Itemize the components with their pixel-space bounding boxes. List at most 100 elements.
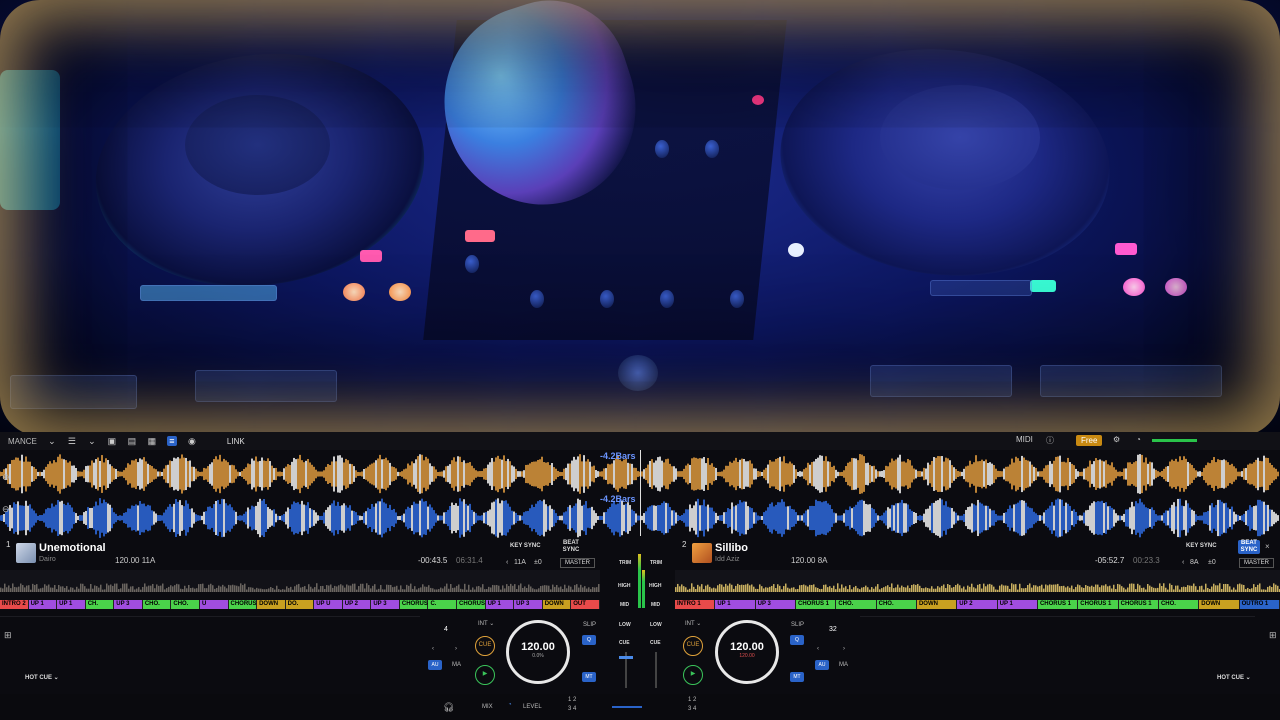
cue-marker[interactable]: CH. xyxy=(85,600,115,609)
jog-wheel[interactable]: 120.00 120.00 xyxy=(715,620,779,684)
cue-marker[interactable]: UP 3 xyxy=(755,600,796,609)
manual-button[interactable]: MA xyxy=(839,662,848,668)
cue-marker[interactable]: CHORUS 1 xyxy=(795,600,837,609)
cue-marker[interactable]: DOWN xyxy=(1199,600,1240,609)
midi-button[interactable]: MIDI xyxy=(1016,435,1033,444)
cue-button[interactable]: CUE xyxy=(475,636,495,656)
cue-marker[interactable]: UP 1 xyxy=(997,600,1038,609)
cue-strip[interactable]: INTRO 1 UP 1 UP 3 CHORUS 1 CHO. CHO. DOWN UP 2U… xyxy=(675,600,1280,609)
record-panel-icon[interactable]: ▤ xyxy=(127,436,137,446)
cue-marker[interactable]: CHORUS 1 xyxy=(1118,600,1159,609)
slip-button[interactable]: SLIP xyxy=(791,622,804,628)
cue-marker[interactable]: UP 3 xyxy=(514,600,543,609)
jog-wheel[interactable]: 120.00 0.0% xyxy=(506,620,570,684)
chevron-down-icon[interactable]: ⌄ xyxy=(47,436,57,446)
hot-cue-mode[interactable]: HOT CUE ⌄ xyxy=(25,674,59,681)
info-icon[interactable]: ⓘ xyxy=(1046,435,1054,446)
cue-marker[interactable]: UP 2 xyxy=(342,600,372,609)
manual-button[interactable]: MA xyxy=(452,662,461,668)
cue-marker[interactable]: UP 1 xyxy=(485,600,515,609)
crossfader[interactable] xyxy=(612,706,642,708)
plan-badge[interactable]: Free xyxy=(1076,435,1103,446)
play-button[interactable]: ▶ xyxy=(683,665,703,685)
cue-marker[interactable]: DOWN xyxy=(542,600,572,609)
slip-button[interactable]: SLIP xyxy=(583,622,596,628)
cue-marker[interactable]: UP 3 xyxy=(371,600,400,609)
int-selector[interactable]: INT ⌄ xyxy=(685,620,701,627)
cue-marker[interactable]: CHORUS 1 xyxy=(1037,600,1079,609)
cloud-icon[interactable]: ◔ xyxy=(1136,435,1141,444)
cue-marker[interactable]: UP 3 xyxy=(114,600,143,609)
cue-marker[interactable]: CHO. xyxy=(142,600,172,609)
cue-marker[interactable]: U xyxy=(199,600,229,609)
grid-icon[interactable]: ⊞ xyxy=(4,630,12,641)
cue-button[interactable]: CUE xyxy=(683,636,703,656)
cue-marker[interactable]: UP 1 xyxy=(715,600,756,609)
channel-fader-a-handle[interactable] xyxy=(619,656,633,659)
cue-marker[interactable]: UP 1 xyxy=(28,600,58,609)
beatjump-back[interactable]: ‹ xyxy=(817,646,819,652)
quantize-button[interactable]: Q xyxy=(582,635,596,645)
beatjump-forward[interactable]: › xyxy=(455,646,457,652)
cue-marker[interactable]: CHORUS xyxy=(399,600,429,609)
cue-marker[interactable]: INTRO 2 xyxy=(0,600,29,609)
cue-marker[interactable]: OUTRO 1 xyxy=(1239,600,1280,609)
channel-select-b[interactable]: 1 2 xyxy=(688,697,696,703)
mode-label[interactable]: MANCE xyxy=(8,437,37,446)
key-shift-value[interactable]: ±0 xyxy=(1208,559,1216,566)
auto-button[interactable]: AU xyxy=(428,660,442,670)
cue-marker[interactable]: CHORUS 1 xyxy=(1078,600,1119,609)
beatjump-back[interactable]: ‹ xyxy=(432,646,434,652)
zoom-out-icon[interactable]: ⊖ xyxy=(2,504,10,515)
track-overview[interactable] xyxy=(0,570,600,592)
cue-marker[interactable]: UP U xyxy=(314,600,343,609)
hot-cue-pad-area[interactable] xyxy=(860,616,1255,677)
cue-marker[interactable]: CHORUS 1 xyxy=(457,600,490,609)
mixer-view-icon[interactable]: ≡ xyxy=(166,436,177,446)
cue-marker[interactable]: DOWN xyxy=(257,600,286,609)
channel-select-a2[interactable]: 3 4 xyxy=(568,706,576,712)
master-button[interactable]: MASTER xyxy=(560,558,596,568)
play-button[interactable]: ▶ xyxy=(475,665,495,685)
cue-marker[interactable]: DO. xyxy=(285,600,315,609)
fx-icon[interactable]: ▣ xyxy=(107,436,117,446)
master-tempo-button[interactable]: MT xyxy=(582,672,596,682)
cue-marker[interactable]: CHO. xyxy=(171,600,200,609)
grid-icon[interactable]: ⊞ xyxy=(1269,630,1277,641)
record-icon[interactable]: ◉ xyxy=(187,436,197,446)
key-shift-down[interactable]: ‹ xyxy=(1182,559,1184,566)
cue-marker[interactable]: CHO. xyxy=(1158,600,1200,609)
chevron-down-icon[interactable]: ⌄ xyxy=(87,436,97,446)
master-button[interactable]: MASTER xyxy=(1239,558,1275,568)
key-shift-value[interactable]: ±0 xyxy=(534,559,542,566)
link-button[interactable]: LINK xyxy=(227,437,245,446)
headphones-icon[interactable]: 🎧︎ xyxy=(443,702,454,713)
int-selector[interactable]: INT ⌄ xyxy=(478,620,494,627)
cue-marker[interactable]: C. xyxy=(428,600,457,609)
hot-cue-mode[interactable]: HOT CUE ⌄ xyxy=(1217,674,1251,681)
auto-button[interactable]: AU xyxy=(815,660,829,670)
grid-icon[interactable]: ▦ xyxy=(147,436,157,446)
hot-cue-pad-area[interactable] xyxy=(0,616,420,677)
cue-strip[interactable]: INTRO 2 UP 1 UP 1 CH. UP 3 CHO. CHO. U CHORUS 1D… xyxy=(0,600,600,609)
beat-sync-button[interactable]: BEAT SYNC xyxy=(1238,540,1260,554)
close-icon[interactable]: × xyxy=(1265,542,1270,551)
channel-select-a[interactable]: 1 2 xyxy=(568,697,576,703)
cue-marker[interactable]: CHO. xyxy=(836,600,877,609)
gear-icon[interactable]: ⚙ xyxy=(1113,435,1120,444)
track-overview[interactable] xyxy=(675,570,1280,592)
cue-marker[interactable]: DOWN xyxy=(916,600,958,609)
cue-marker[interactable]: INTRO 1 xyxy=(675,600,716,609)
cue-marker[interactable]: OUT xyxy=(571,600,600,609)
master-tempo-button[interactable]: MT xyxy=(790,672,804,682)
quantize-button[interactable]: Q xyxy=(790,635,804,645)
zoom-in-icon[interactable]: ⊕ xyxy=(2,472,10,483)
channel-fader-b[interactable] xyxy=(655,652,657,688)
cue-marker[interactable]: CHO. xyxy=(876,600,917,609)
cue-marker[interactable]: UP 1 xyxy=(57,600,86,609)
mix-knob[interactable]: ◔ xyxy=(508,702,512,708)
channel-select-b2[interactable]: 3 4 xyxy=(688,706,696,712)
cue-marker[interactable]: UP 2 xyxy=(957,600,998,609)
beat-sync-button[interactable]: BEAT SYNC xyxy=(562,540,580,554)
beatjump-forward[interactable]: › xyxy=(843,646,845,652)
